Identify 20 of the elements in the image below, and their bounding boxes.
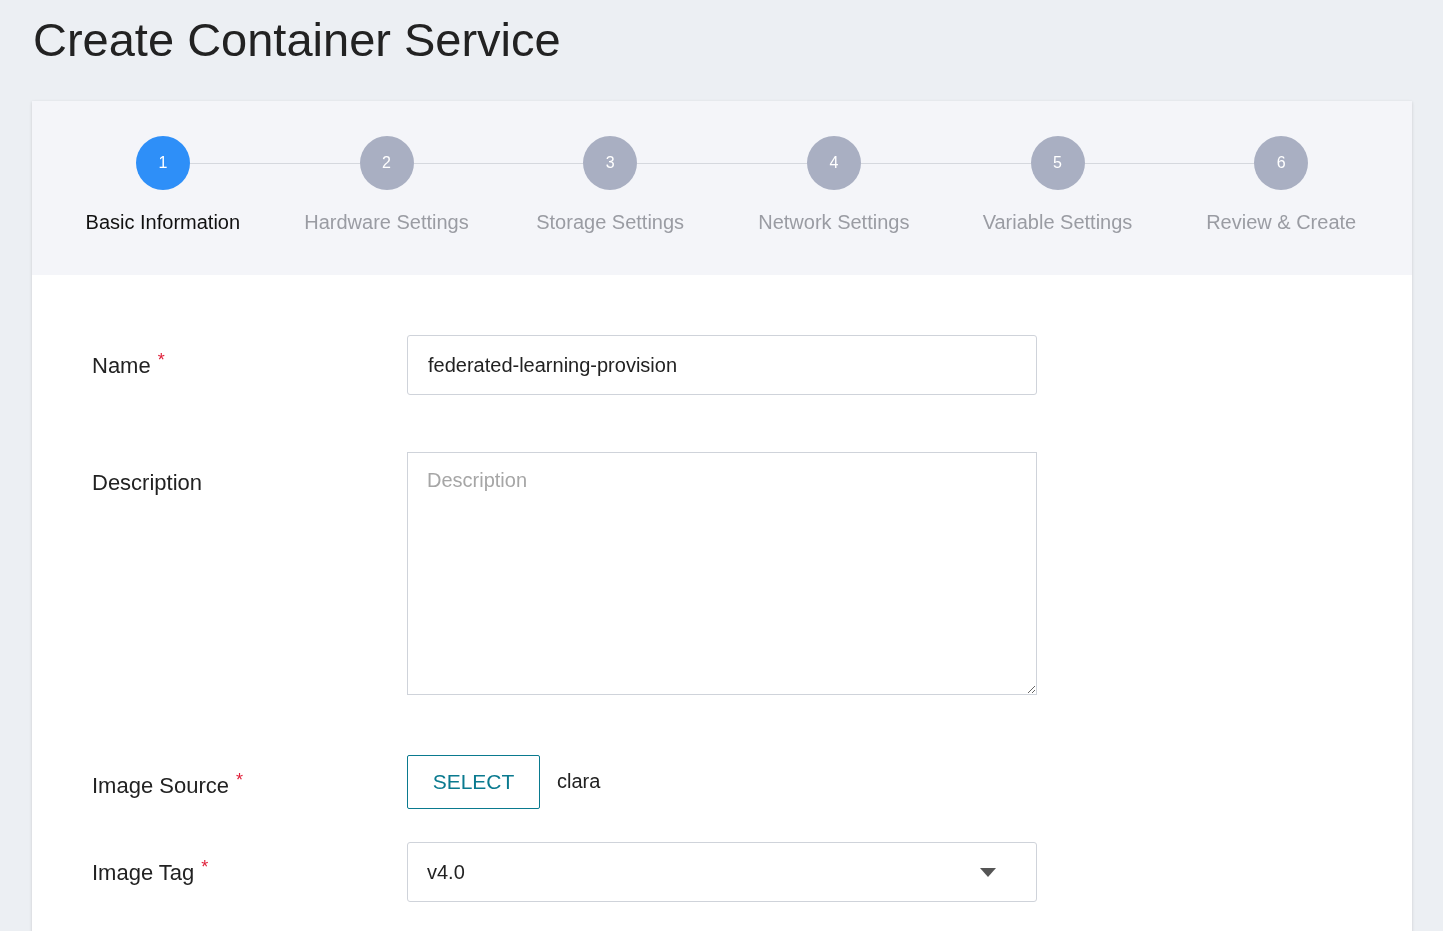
select-button[interactable]: SELECT: [407, 755, 540, 809]
step-label[interactable]: Review & Create: [1206, 207, 1357, 237]
step-label[interactable]: Network Settings: [758, 207, 910, 237]
field-label: Image Tag: [92, 859, 195, 887]
image-source-value: clara: [557, 768, 601, 794]
name-field[interactable]: federated-learning-provision: [407, 335, 1037, 395]
required-mark: *: [157, 351, 165, 369]
field-label: Description: [92, 469, 203, 497]
step-label[interactable]: Storage Settings: [536, 207, 685, 237]
description-field[interactable]: Description: [407, 452, 1037, 695]
step-label[interactable]: Hardware Settings: [304, 207, 469, 237]
step-label[interactable]: Variable Settings: [982, 207, 1133, 237]
required-mark: *: [201, 858, 209, 876]
step-label[interactable]: Basic Information: [85, 207, 241, 237]
field-label: Name: [92, 352, 151, 380]
page-title: Create Container Service: [33, 12, 562, 68]
field-label: Image Source: [92, 772, 229, 800]
image-tag-dropdown[interactable]: v4.0: [407, 842, 1037, 902]
caret-icon: [980, 867, 996, 877]
required-mark: *: [235, 771, 243, 789]
